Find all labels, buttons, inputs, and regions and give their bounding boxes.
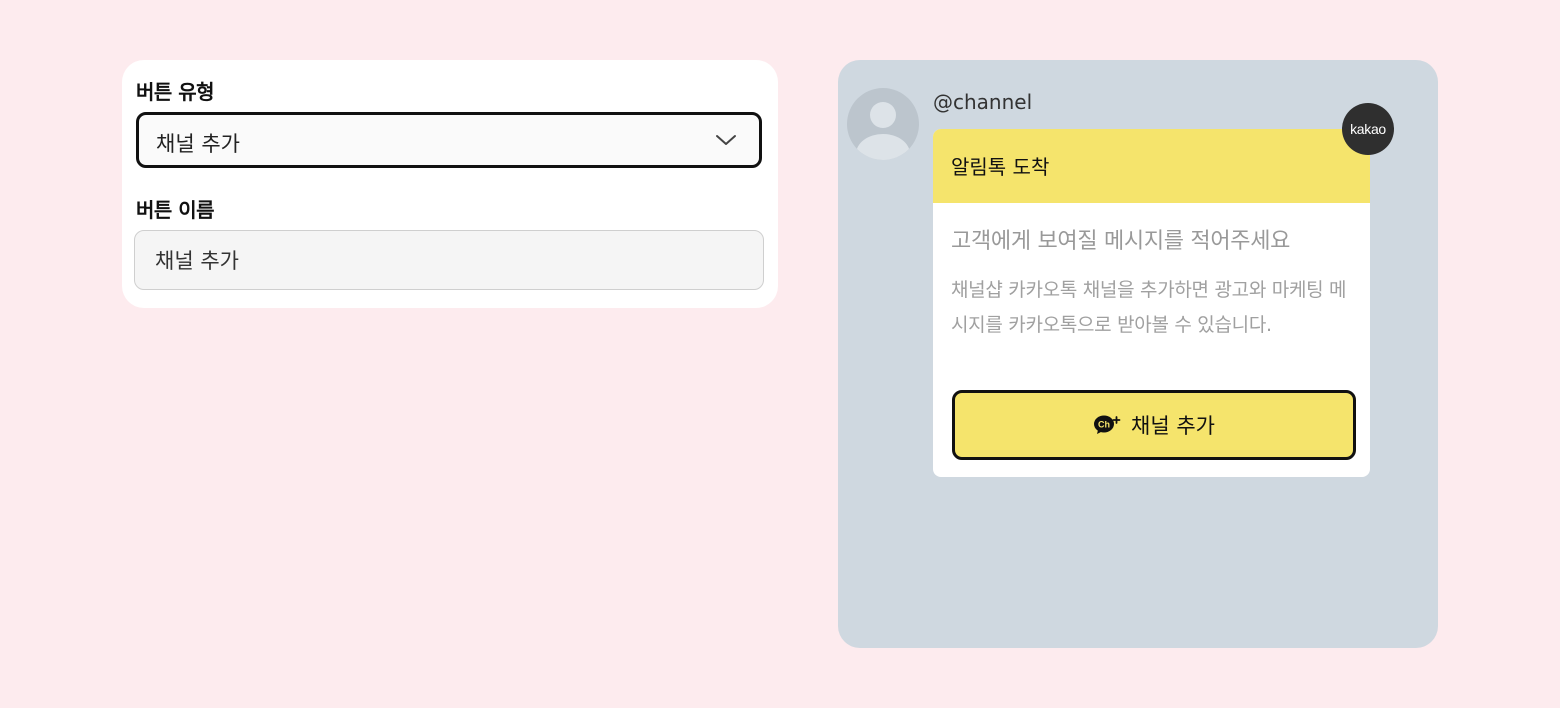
message-preview-panel: @channel 알림톡 도착 고객에게 보여질 메시지를 적어주세요 채널샵 … <box>838 60 1438 648</box>
kakao-badge: kakao <box>1342 103 1394 155</box>
button-type-select[interactable]: 채널 추가 <box>136 112 762 168</box>
add-channel-button-label: 채널 추가 <box>1131 414 1215 438</box>
button-type-label: 버튼 유형 <box>136 80 215 104</box>
message-title: 고객에게 보여질 메시지를 적어주세요 <box>951 229 1291 254</box>
button-name-input[interactable] <box>134 230 764 290</box>
avatar <box>847 88 919 160</box>
button-type-selected-value: 채널 추가 <box>156 132 240 156</box>
svg-text:Ch: Ch <box>1098 420 1110 430</box>
button-settings-panel: 버튼 유형 채널 추가 버튼 이름 <box>122 60 778 308</box>
add-channel-button[interactable]: Ch 채널 추가 <box>952 390 1356 460</box>
channel-name: @channel <box>933 90 1033 114</box>
card-header: 알림톡 도착 <box>933 129 1370 203</box>
channel-add-icon: Ch <box>1094 415 1121 434</box>
message-body: 채널샵 카카오톡 채널을 추가하면 광고와 마케팅 메시지를 카카오톡으로 받아… <box>951 279 1347 336</box>
profile-placeholder-icon <box>856 102 910 160</box>
button-name-label: 버튼 이름 <box>136 198 215 222</box>
card-header-title: 알림톡 도착 <box>951 155 1050 179</box>
chevron-down-icon <box>716 135 736 145</box>
alimtalk-message-card: 알림톡 도착 고객에게 보여질 메시지를 적어주세요 채널샵 카카오톡 채널을 … <box>933 129 1370 477</box>
